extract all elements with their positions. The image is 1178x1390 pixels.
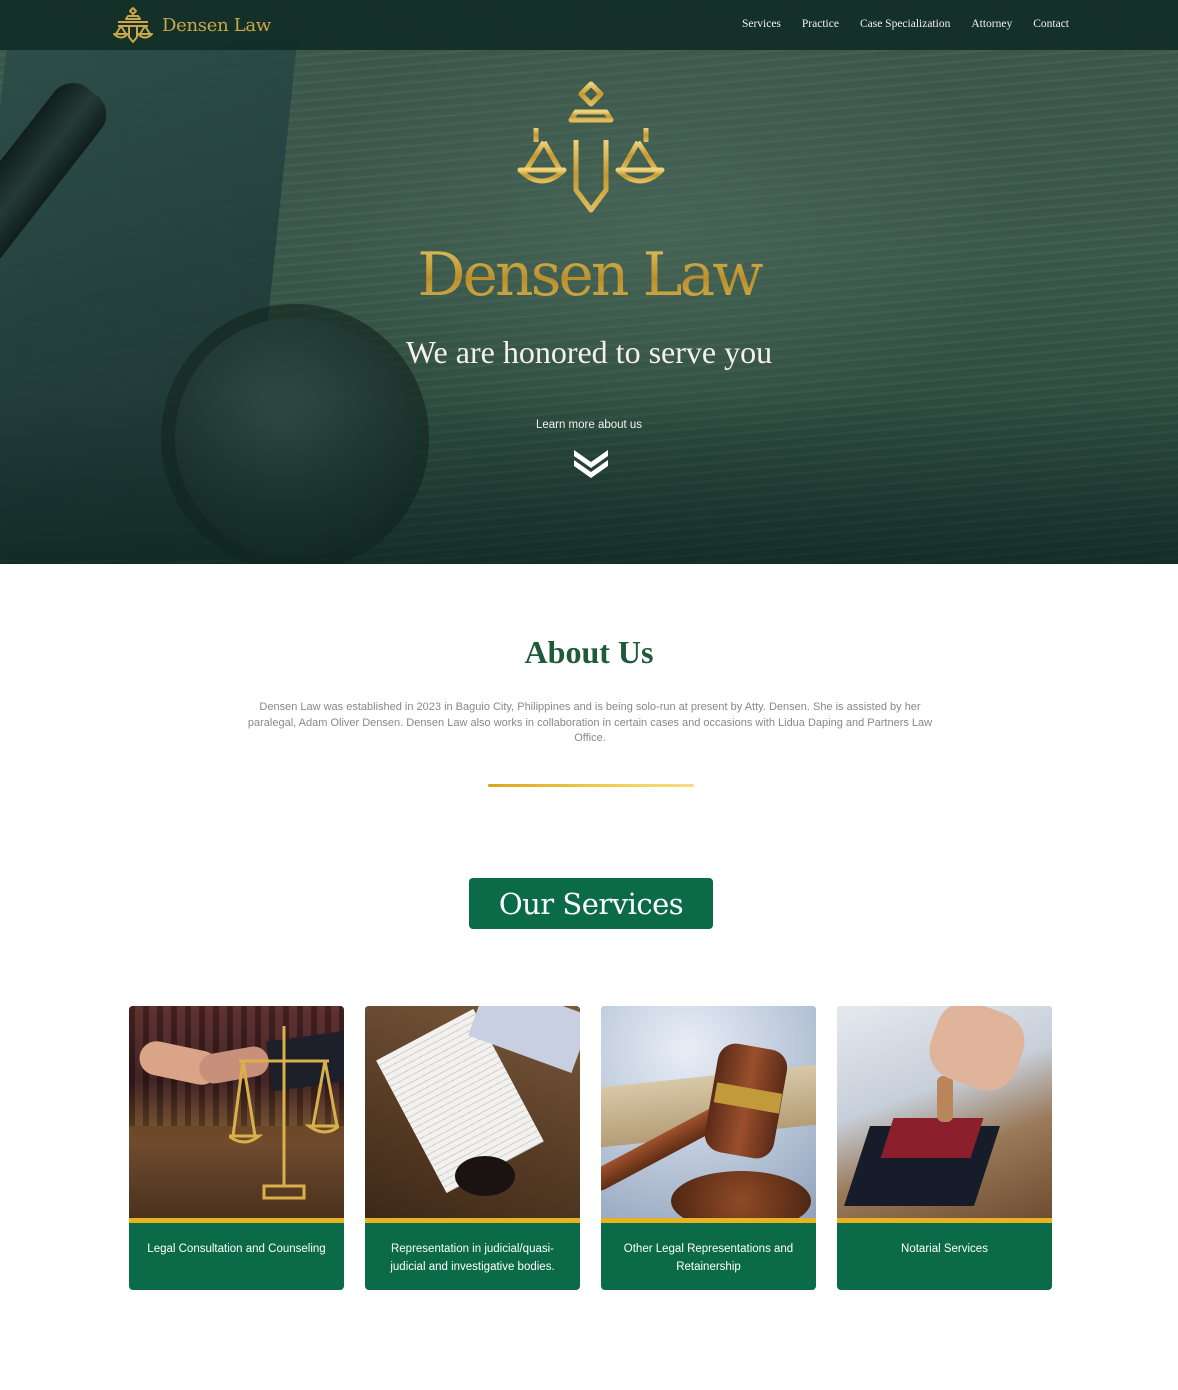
- service-card-representation[interactable]: Representation in judicial/quasi-judicia…: [365, 1006, 580, 1290]
- hero-section: Densen Law We are honored to serve you L…: [0, 0, 1178, 564]
- service-card-label: Legal Consultation and Counseling: [147, 1243, 326, 1255]
- nav-link-case-specialization[interactable]: Case Specialization: [860, 18, 950, 30]
- services-cards: Legal Consultation and Counseling Repres…: [129, 1006, 1052, 1290]
- service-card-notarial[interactable]: Notarial Services: [837, 1006, 1052, 1290]
- service-card-label: Representation in judicial/quasi-judicia…: [390, 1243, 555, 1273]
- nav-link-practice[interactable]: Practice: [802, 18, 839, 30]
- about-text: Densen Law was established in 2023 in Ba…: [247, 701, 933, 745]
- brand-name: Densen Law: [162, 14, 271, 36]
- learn-more-link[interactable]: Learn more about us: [0, 419, 1178, 431]
- brand[interactable]: Densen Law: [112, 6, 271, 44]
- about-title: About Us: [524, 634, 654, 670]
- top-navigation: Densen Law Services Practice Case Specia…: [0, 0, 1178, 50]
- gavel-image: [601, 1006, 816, 1218]
- services-title: Our Services: [469, 878, 713, 929]
- hero-title: Densen Law: [0, 240, 1178, 310]
- service-card-label: Notarial Services: [901, 1243, 988, 1255]
- notary-stamp-image: [837, 1006, 1052, 1218]
- service-card-consultation[interactable]: Legal Consultation and Counseling: [129, 1006, 344, 1290]
- service-card-label: Other Legal Representations and Retainer…: [623, 1243, 794, 1273]
- hero-tagline: We are honored to serve you: [405, 334, 773, 370]
- service-card-retainership[interactable]: Other Legal Representations and Retainer…: [601, 1006, 816, 1290]
- scales-logo-icon: [113, 7, 153, 43]
- nav-link-attorney[interactable]: Attorney: [971, 18, 1012, 30]
- document-signing-image: [365, 1006, 580, 1218]
- nav-links: Services Practice Case Specialization At…: [742, 18, 1069, 30]
- handshake-scales-image: [129, 1006, 344, 1218]
- chevron-down-icon[interactable]: [572, 446, 610, 482]
- nav-link-services[interactable]: Services: [742, 18, 781, 30]
- about-divider: [488, 784, 694, 787]
- scales-emblem-icon: [517, 81, 665, 213]
- nav-link-contact[interactable]: Contact: [1033, 18, 1069, 30]
